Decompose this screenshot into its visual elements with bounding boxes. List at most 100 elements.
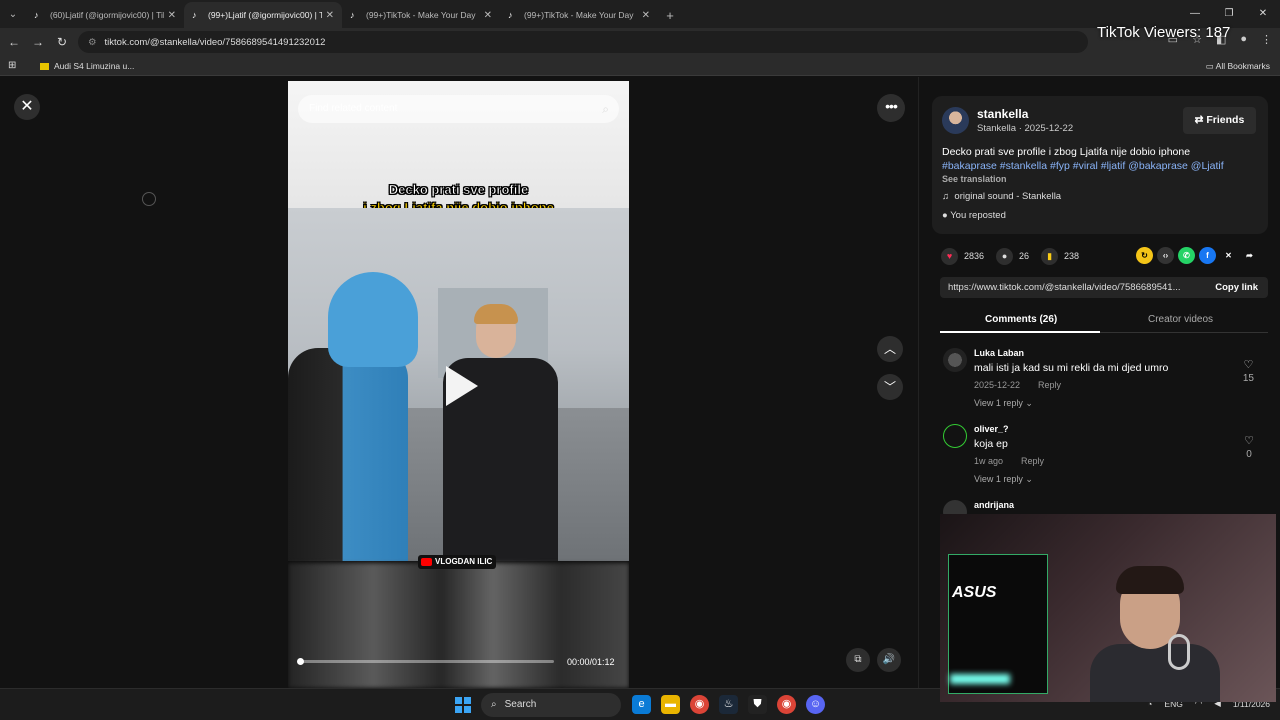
play-icon[interactable] xyxy=(446,366,478,406)
new-tab-button[interactable]: + xyxy=(658,2,682,28)
hashtags[interactable]: #bakaprase #stankella #fyp #viral #ljati… xyxy=(942,160,1224,172)
post-info-card: stankella Stankella · 2025-12-22 ⇄ Frien… xyxy=(932,96,1268,234)
tab-search-dropdown[interactable]: ⌄ xyxy=(0,0,26,28)
close-tab-icon[interactable]: ✕ xyxy=(484,10,492,21)
whatsapp-icon[interactable]: ✆ xyxy=(1178,247,1195,264)
copy-link-button[interactable]: Copy link xyxy=(1215,277,1258,298)
comment-button[interactable]: ● 26 xyxy=(996,247,1029,265)
menu-icon[interactable]: ⋮ xyxy=(1261,33,1272,46)
comment-item: oliver_? koja ep 1w ago Reply View 1 repl… xyxy=(940,424,1268,494)
avatar[interactable] xyxy=(943,424,967,448)
volume-button[interactable]: 🔊 xyxy=(877,648,901,672)
view-replies-button[interactable]: View 1 reply ⌄ xyxy=(974,398,1033,409)
taskbar-apps: e ▬ ◉ ♨ ⛊ ◉ ☺ xyxy=(632,695,825,714)
url-input[interactable]: ⚙ tiktok.com/@stankella/video/75866895414… xyxy=(78,31,1088,53)
search-icon[interactable]: ⌕ xyxy=(602,95,609,123)
embed-icon[interactable]: ‹› xyxy=(1157,247,1174,264)
tiktok-icon: ♪ xyxy=(34,10,39,20)
sound-link[interactable]: ♫ original sound - Stankella xyxy=(942,191,1061,202)
video-blur-area xyxy=(288,563,629,688)
comment-like-button[interactable]: ♡ 0 xyxy=(1244,434,1254,462)
more-options-button[interactable]: ••• xyxy=(877,94,905,122)
comment-meta: 2025-12-22 Reply xyxy=(974,380,1062,390)
close-tab-icon[interactable]: ✕ xyxy=(168,10,176,21)
apps-icon[interactable]: ⊞ xyxy=(8,60,16,71)
person-phone xyxy=(438,304,558,561)
heart-icon: ♥ xyxy=(941,247,958,265)
copy-link-row: https://www.tiktok.com/@stankella/video/… xyxy=(940,277,1268,298)
edge-icon[interactable]: e xyxy=(632,695,651,714)
tab-comments[interactable]: Comments (26) xyxy=(985,314,1057,325)
person-blue-hood xyxy=(288,268,418,561)
streamer-body xyxy=(1090,644,1220,702)
view-replies-button[interactable]: View 1 reply ⌄ xyxy=(974,474,1033,485)
tiktok-icon: ♪ xyxy=(350,10,355,20)
reload-icon[interactable]: ↻ xyxy=(50,35,74,49)
steam-icon[interactable]: ♨ xyxy=(719,695,738,714)
bookmarks-bar: ⊞ Audi S4 Limuzina u... ▭ All Bookmarks xyxy=(0,56,1280,76)
streamer-hair xyxy=(1116,566,1184,594)
address-bar: ← → ↻ ⚙ tiktok.com/@stankella/video/75866… xyxy=(0,28,1280,56)
related-search-input[interactable]: Find related content ⌕ xyxy=(298,95,619,123)
chrome-icon[interactable]: ◉ xyxy=(690,695,709,714)
x-icon[interactable]: ✕ xyxy=(1220,247,1237,264)
windows-start-icon[interactable] xyxy=(455,697,471,713)
friends-button[interactable]: ⇄ Friends xyxy=(1183,107,1256,134)
youtube-icon xyxy=(421,558,432,566)
tab-strip: ⌄ ♪ (60)Ljatif (@igormijovic00) | Tik ✕ ♪(… xyxy=(0,0,1280,28)
reply-button[interactable]: Reply xyxy=(1038,380,1061,390)
heart-outline-icon: ♡ xyxy=(1243,359,1254,371)
save-button[interactable]: ▮ 238 xyxy=(1041,247,1079,265)
reply-button[interactable]: Reply xyxy=(1021,456,1044,466)
video-player[interactable]: Find related content ⌕ Decko prati sve pr… xyxy=(288,81,629,688)
shield-icon[interactable]: ⛊ xyxy=(748,695,767,714)
back-icon[interactable]: ← xyxy=(2,35,26,49)
close-tab-icon[interactable]: ✕ xyxy=(326,10,334,21)
share-link[interactable]: https://www.tiktok.com/@stankella/video/… xyxy=(948,282,1181,293)
comment-meta: 1w ago Reply xyxy=(974,456,1045,466)
watermark: VLOGDAN ILIC xyxy=(418,555,497,569)
tiktok-icon: ♪ xyxy=(192,10,197,20)
pip-button[interactable]: ⧉ xyxy=(846,648,870,672)
browser-tab-1[interactable]: ♪ (60)Ljatif (@igormijovic00) | Tik ✕ xyxy=(26,2,184,28)
share-buttons: ↻ ‹› ✆ f ✕ ➦ xyxy=(1136,247,1258,264)
close-tab-icon[interactable]: ✕ xyxy=(642,10,650,21)
file-explorer-icon[interactable]: ▬ xyxy=(661,695,680,714)
reposted-status: ● You reposted xyxy=(942,210,1006,221)
video-time: 00:00/01:12 xyxy=(567,657,615,667)
username[interactable]: stankella xyxy=(977,107,1028,121)
site-info-icon[interactable]: ⚙ xyxy=(88,37,97,48)
progress-handle[interactable] xyxy=(297,658,304,665)
browser-tab-4[interactable]: ♪ (99+)TikTok - Make Your Day ✕ xyxy=(500,2,658,28)
like-button[interactable]: ♥ 2836 xyxy=(941,247,984,265)
comment-icon: ● xyxy=(996,247,1014,265)
forward-icon[interactable]: → xyxy=(26,35,50,49)
taskbar-search[interactable]: ⌕ Search xyxy=(481,693,621,717)
share-icon[interactable]: ➦ xyxy=(1241,247,1258,264)
close-button[interactable]: ✕ xyxy=(14,94,40,120)
previous-video-button[interactable]: ︿ xyxy=(877,336,903,362)
browser-tab-3[interactable]: ♪ (99+)TikTok - Make Your Day ✕ xyxy=(342,2,500,28)
search-icon: ⌕ xyxy=(491,699,497,710)
webcam-overlay: ASUS xyxy=(940,514,1276,702)
avatar[interactable] xyxy=(943,348,967,372)
discord-icon[interactable]: ☺ xyxy=(806,695,825,714)
chrome-active-icon[interactable]: ◉ xyxy=(777,695,796,714)
comment-like-button[interactable]: ♡ 15 xyxy=(1243,358,1254,386)
see-translation-link[interactable]: See translation xyxy=(942,174,1007,184)
bookmark-item[interactable]: Audi S4 Limuzina u... xyxy=(40,61,134,71)
avatar[interactable] xyxy=(942,107,969,134)
repost-share-icon[interactable]: ↻ xyxy=(1136,247,1153,264)
comment-item: Luka Laban mali isti ja kad su mi rekli … xyxy=(940,348,1268,418)
profile-avatar[interactable]: ● xyxy=(1240,33,1247,46)
video-progress-bar[interactable] xyxy=(297,658,554,665)
viewers-overlay: TikTok Viewers: 187 xyxy=(1097,24,1231,41)
all-bookmarks[interactable]: ▭ All Bookmarks xyxy=(1206,61,1270,72)
asus-logo: ASUS xyxy=(952,584,997,601)
browser-tab-2[interactable]: ♪ (99+)Ljatif (@igormijovic00) | T ✕ xyxy=(184,2,342,28)
next-video-button[interactable]: ﹀ xyxy=(877,374,903,400)
post-meta: Stankella · 2025-12-22 xyxy=(977,123,1074,134)
tab-creator-videos[interactable]: Creator videos xyxy=(1148,314,1213,325)
facebook-icon[interactable]: f xyxy=(1199,247,1216,264)
close-window-icon[interactable]: ✕ xyxy=(1246,0,1280,28)
